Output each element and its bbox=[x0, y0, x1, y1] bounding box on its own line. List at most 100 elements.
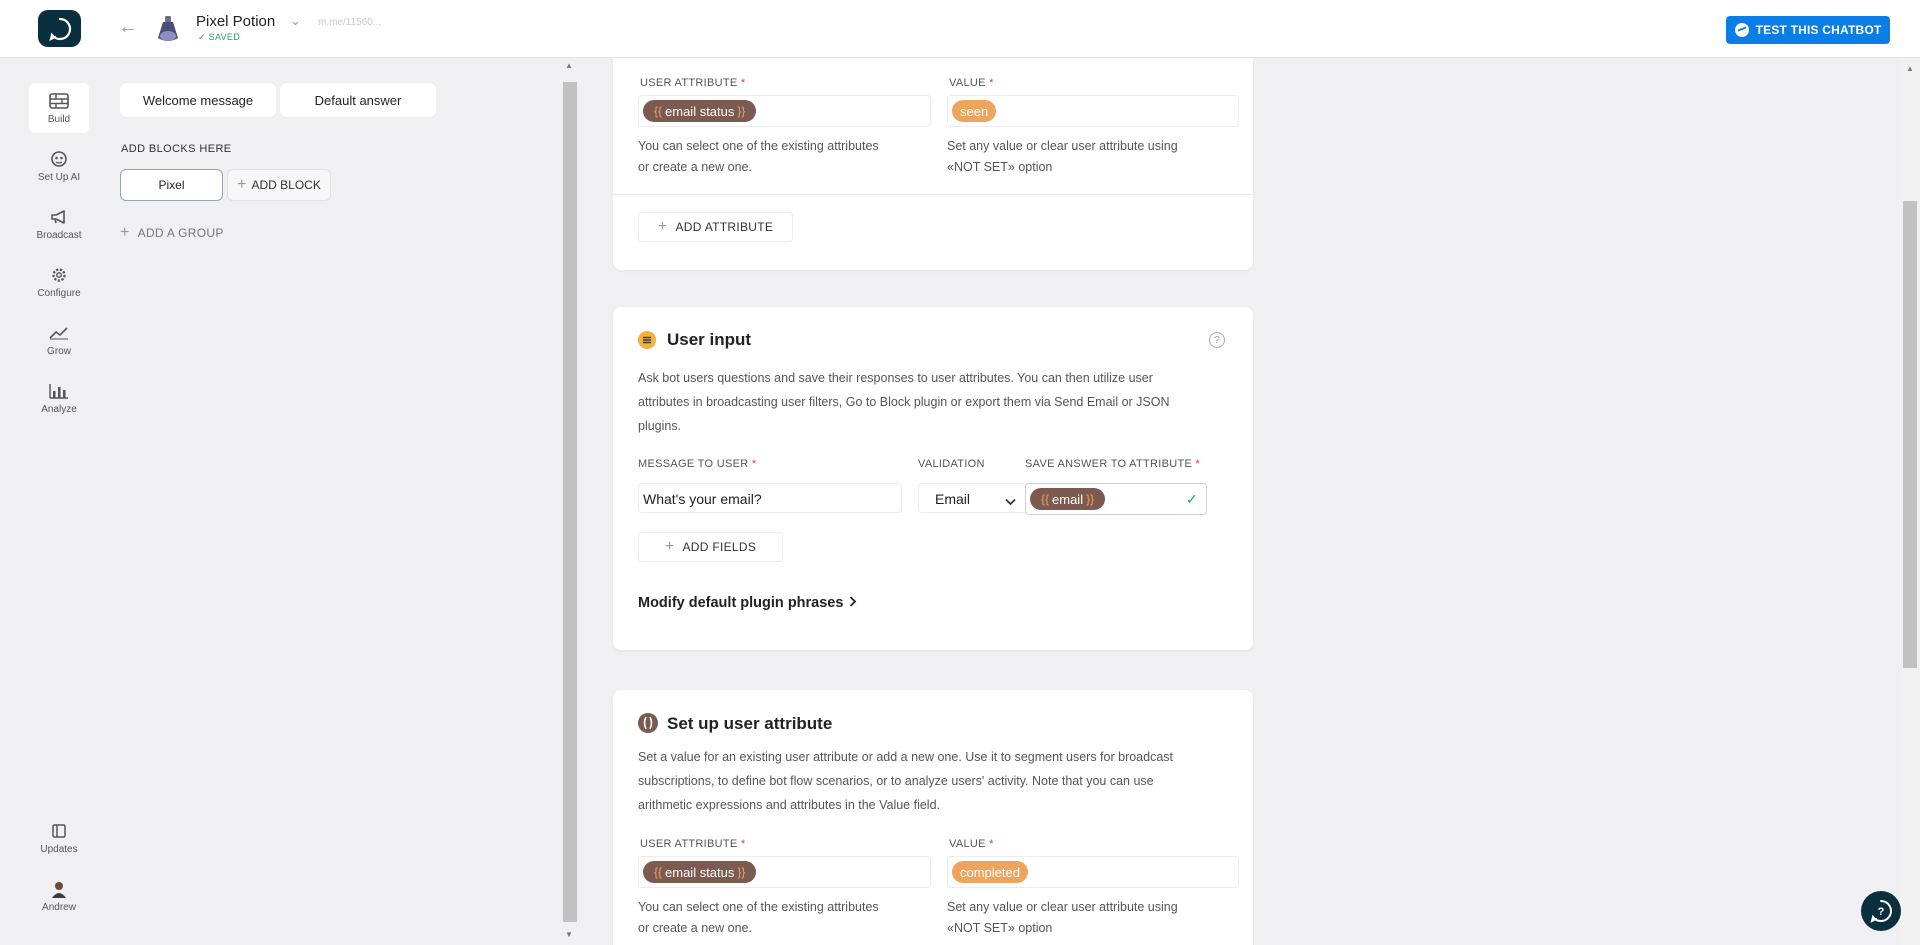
nav-label-updates: Updates bbox=[40, 843, 78, 855]
validation-value: Email bbox=[935, 491, 971, 507]
attribute-helper-text: You can select one of the existing attri… bbox=[638, 139, 879, 174]
default-answer-button[interactable]: Default answer bbox=[280, 83, 436, 117]
nav-item-configure[interactable]: Configure bbox=[29, 257, 89, 307]
scroll-thumb[interactable] bbox=[563, 82, 577, 922]
help-icon: ? bbox=[1870, 900, 1892, 923]
add-block-button[interactable]: + ADD BLOCK bbox=[227, 169, 331, 201]
user-input-description: Ask bot users questions and save their r… bbox=[638, 371, 1170, 433]
help-icon[interactable]: ? bbox=[1209, 332, 1225, 348]
messenger-icon bbox=[1734, 23, 1749, 37]
nav-item-build[interactable]: Build bbox=[29, 83, 89, 133]
value-chip: seen bbox=[952, 100, 997, 122]
left-nav-rail: Build Set Up AI Broadcast Configure Grow… bbox=[0, 58, 118, 945]
bot-avatar bbox=[154, 14, 182, 44]
setup-attribute-description: Set a value for an existing user attribu… bbox=[638, 750, 1174, 812]
nav-label-analyze: Analyze bbox=[41, 403, 77, 415]
value-helper-text: Set any value or clear user attribute us… bbox=[947, 139, 1178, 174]
add-blocks-heading: ADD BLOCKS HERE bbox=[121, 143, 232, 155]
attribute-chip: {{email status}} bbox=[643, 861, 757, 883]
attribute-icon bbox=[638, 713, 658, 733]
chevron-right-icon bbox=[849, 595, 857, 611]
setup-attribute-card: Set up user attribute Set a value for an… bbox=[613, 690, 1253, 945]
value-field[interactable]: seen bbox=[947, 95, 1239, 127]
blocks-panel-scrollbar[interactable]: ▲ ▼ bbox=[560, 58, 580, 945]
help-chat-button[interactable]: ? bbox=[1861, 891, 1901, 931]
scroll-thumb[interactable] bbox=[1903, 201, 1917, 668]
test-chatbot-button[interactable]: TEST THIS CHATBOT bbox=[1726, 16, 1890, 44]
chat-logo-icon bbox=[48, 17, 71, 41]
user-input-card: User input ? Ask bot users questions and… bbox=[613, 307, 1253, 650]
save-attribute-field[interactable]: {{email}} ✓ bbox=[1025, 483, 1207, 515]
saved-label: SAVED bbox=[208, 32, 240, 42]
plus-icon: + bbox=[237, 176, 247, 193]
validation-label: VALIDATION bbox=[918, 458, 985, 470]
top-bar: ← Pixel Potion ⌄ ✓ SAVED m.me/11560... T… bbox=[0, 0, 1920, 58]
attribute-card: USER ATTRIBUTE * VALUE * {{email status}… bbox=[613, 58, 1253, 270]
value-label: VALUE * bbox=[949, 838, 994, 850]
scroll-up-icon[interactable]: ▲ bbox=[565, 61, 573, 70]
save-answer-label: SAVE ANSWER TO ATTRIBUTE * bbox=[1025, 458, 1201, 470]
welcome-message-button[interactable]: Welcome message bbox=[120, 83, 276, 117]
modify-phrases-link[interactable]: Modify default plugin phrases bbox=[638, 595, 857, 611]
user-attribute-label: USER ATTRIBUTE * bbox=[640, 838, 746, 850]
add-group-label: ADD A GROUP bbox=[137, 226, 224, 240]
add-group-button[interactable]: + ADD A GROUP bbox=[120, 224, 224, 241]
scroll-up-icon[interactable]: ▲ bbox=[1906, 64, 1914, 73]
plugin-editor: USER ATTRIBUTE * VALUE * {{email status}… bbox=[580, 58, 1900, 945]
plus-icon: + bbox=[120, 224, 130, 241]
bot-name[interactable]: Pixel Potion bbox=[196, 13, 275, 30]
value-chip: completed bbox=[952, 861, 1028, 883]
scroll-down-icon[interactable]: ▼ bbox=[565, 930, 573, 939]
svg-text:?: ? bbox=[1878, 906, 1885, 918]
attribute-helper-text: You can select one of the existing attri… bbox=[638, 900, 879, 935]
user-input-title: User input bbox=[667, 330, 752, 349]
nav-item-user[interactable]: Andrew bbox=[29, 871, 89, 921]
nav-item-updates[interactable]: Updates bbox=[29, 813, 89, 863]
nav-label-broadcast: Broadcast bbox=[36, 229, 82, 241]
value-label: VALUE * bbox=[949, 77, 994, 89]
main-scrollbar[interactable]: ▲ bbox=[1900, 58, 1920, 945]
ai-icon bbox=[48, 150, 70, 168]
bot-link[interactable]: m.me/11560... bbox=[318, 17, 381, 28]
add-attribute-button[interactable]: + ADD ATTRIBUTE bbox=[638, 212, 793, 242]
nav-label-configure: Configure bbox=[37, 287, 81, 299]
app-logo[interactable] bbox=[38, 10, 81, 47]
saved-status: ✓ SAVED bbox=[198, 32, 240, 43]
modify-phrases-label: Modify default plugin phrases bbox=[638, 595, 844, 611]
nav-item-grow[interactable]: Grow bbox=[29, 315, 89, 365]
nav-label-user: Andrew bbox=[42, 901, 76, 913]
divider bbox=[613, 194, 1253, 195]
nav-label-setup-ai: Set Up AI bbox=[37, 171, 81, 183]
nav-item-analyze[interactable]: Analyze bbox=[29, 373, 89, 423]
gear-icon bbox=[48, 266, 70, 284]
check-icon: ✓ bbox=[198, 32, 206, 42]
validation-select[interactable]: Email bbox=[918, 483, 1028, 513]
nav-label-build: Build bbox=[47, 113, 71, 125]
plus-icon: + bbox=[664, 538, 675, 555]
back-arrow-icon[interactable]: ← bbox=[118, 17, 138, 37]
block-pixel[interactable]: Pixel bbox=[120, 169, 223, 201]
message-to-user-value: What's your email? bbox=[643, 491, 762, 507]
build-icon bbox=[48, 92, 70, 110]
add-fields-button[interactable]: + ADD FIELDS bbox=[638, 532, 783, 562]
nav-item-setup-ai[interactable]: Set Up AI bbox=[29, 141, 89, 191]
nav-item-broadcast[interactable]: Broadcast bbox=[29, 199, 89, 249]
add-block-label: ADD BLOCK bbox=[251, 178, 321, 192]
blocks-panel: Welcome message Default answer ADD BLOCK… bbox=[118, 58, 560, 945]
chart-icon bbox=[48, 382, 70, 400]
updates-icon bbox=[48, 822, 70, 840]
add-attribute-label: ADD ATTRIBUTE bbox=[675, 220, 774, 234]
chevron-down-icon[interactable]: ⌄ bbox=[290, 13, 301, 29]
chevron-down-icon bbox=[1005, 493, 1016, 511]
value-field[interactable]: completed bbox=[947, 856, 1239, 888]
message-to-user-input[interactable]: What's your email? bbox=[638, 483, 902, 513]
test-chatbot-label: TEST THIS CHATBOT bbox=[1755, 23, 1882, 37]
attribute-chip: {{email status}} bbox=[643, 100, 757, 122]
message-to-user-label: MESSAGE TO USER * bbox=[638, 458, 757, 470]
check-icon: ✓ bbox=[1186, 491, 1198, 507]
setup-attribute-title: Set up user attribute bbox=[667, 714, 833, 733]
value-helper-text: Set any value or clear user attribute us… bbox=[947, 900, 1178, 935]
nav-label-grow: Grow bbox=[47, 345, 71, 357]
user-attribute-field[interactable]: {{email status}} bbox=[638, 95, 931, 127]
user-attribute-field[interactable]: {{email status}} bbox=[638, 856, 931, 888]
